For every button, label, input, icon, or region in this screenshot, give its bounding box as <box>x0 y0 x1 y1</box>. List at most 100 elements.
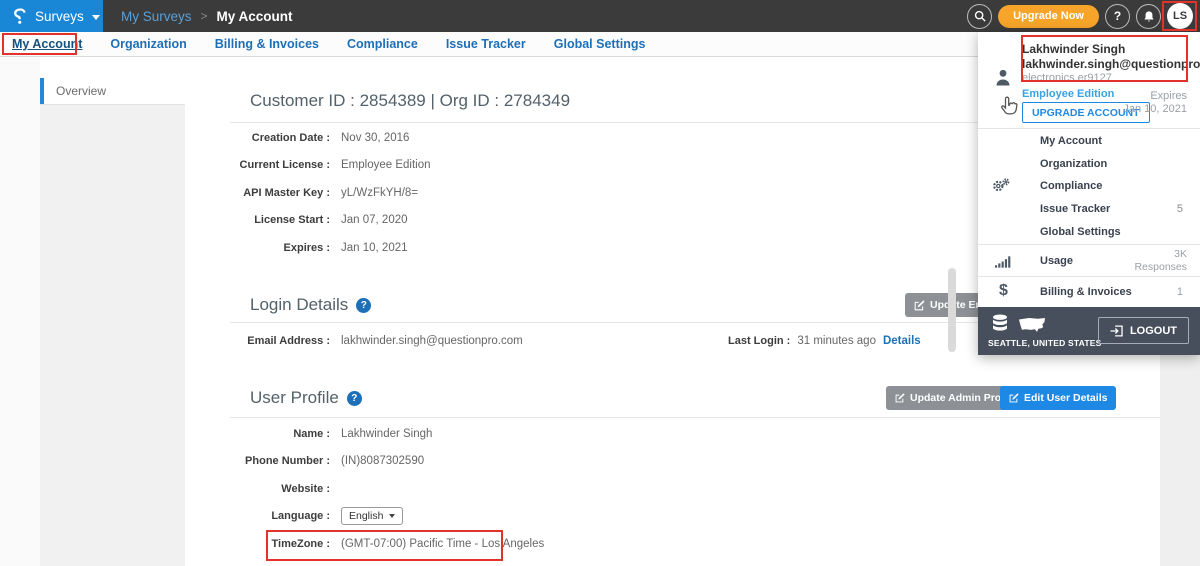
menu-item-label: Compliance <box>1040 180 1102 192</box>
field-label: Expires : <box>230 242 330 254</box>
language-selected-value: English <box>349 510 383 522</box>
usage-label: Usage <box>1040 255 1073 267</box>
email-row: Email Address : lakhwinder.singh@questio… <box>230 332 523 350</box>
tab-compliance[interactable]: Compliance <box>347 37 418 51</box>
details-link[interactable]: Details <box>883 335 921 347</box>
tab-billing-invoices[interactable]: Billing & Invoices <box>215 37 319 51</box>
breadcrumb: My Surveys > My Account <box>121 0 293 32</box>
menu-item-label: Global Settings <box>1040 226 1121 238</box>
menu-item-organization[interactable]: Organization <box>978 153 1200 176</box>
field-label: Current License : <box>230 159 330 171</box>
field-label: Name : <box>230 428 330 440</box>
usage-value-block: 3K Responses <box>1134 248 1187 273</box>
dropdown-user-email: lakhwinder.singh@questionpro.com <box>1022 57 1200 71</box>
top-bar: Surveys My Surveys > My Account Upgrade … <box>0 0 1200 32</box>
topbar-actions: Upgrade Now ? LS <box>967 0 1193 32</box>
menu-item-label: Organization <box>1040 158 1107 170</box>
dropdown-footer: SEATTLE, UNITED STATES LOGOUT <box>978 307 1200 355</box>
dropdown-org-id: electronics.er9127 <box>1022 72 1112 84</box>
field-label: Last Login : <box>728 335 790 347</box>
field-row-timezone: TimeZone : (GMT-07:00) Pacific Time - Lo… <box>230 530 544 558</box>
menu-item-compliance[interactable]: Compliance <box>978 175 1200 198</box>
divider <box>978 128 1200 129</box>
avatar[interactable]: LS <box>1167 3 1193 29</box>
dropdown-menu: My Account Organization Compliance Issue… <box>978 130 1200 243</box>
dollar-icon: $ <box>999 282 1008 300</box>
us-map-icon <box>1018 317 1046 339</box>
help-button[interactable]: ? <box>1105 4 1130 29</box>
field-label: API Master Key : <box>230 187 330 199</box>
user-icon <box>995 68 1011 92</box>
field-label: Phone Number : <box>230 455 330 467</box>
page-title: Customer ID : 2854389 | Org ID : 2784349 <box>250 91 570 111</box>
sidebar-item-overview[interactable]: Overview <box>40 78 185 104</box>
search-icon <box>974 10 986 22</box>
field-label: Creation Date : <box>230 132 330 144</box>
field-value: Nov 30, 2016 <box>341 132 409 144</box>
breadcrumb-my-surveys[interactable]: My Surveys <box>121 9 192 24</box>
user-account-dropdown: Lakhwinder Singh lakhwinder.singh@questi… <box>978 32 1200 355</box>
field-label: Website : <box>230 483 330 495</box>
tab-issue-tracker[interactable]: Issue Tracker <box>446 37 526 51</box>
usage-row[interactable]: Usage 3K Responses <box>978 245 1200 276</box>
button-label: LOGOUT <box>1130 325 1177 337</box>
search-button[interactable] <box>967 4 992 29</box>
help-circle-icon[interactable]: ? <box>356 298 371 313</box>
cursor-hand-icon <box>998 96 1018 123</box>
profile-fields: Name : Lakhwinder Singh Phone Number : (… <box>230 420 544 558</box>
tab-my-account[interactable]: My Account <box>12 37 82 51</box>
email-value: lakhwinder.singh@questionpro.com <box>341 335 523 347</box>
field-value: Lakhwinder Singh <box>341 428 432 440</box>
expires-block: Expires Jan 10, 2021 <box>1123 90 1187 116</box>
sidebar-panel <box>40 104 185 566</box>
field-value: yL/WzFkYH/8= <box>341 187 418 199</box>
edit-user-details-button[interactable]: Edit User Details <box>1000 386 1116 410</box>
last-login-value: 31 minutes ago <box>797 335 876 347</box>
menu-item-label: Issue Tracker <box>1040 203 1110 215</box>
menu-item-global-settings[interactable]: Global Settings <box>978 220 1200 243</box>
expires-date: Jan 10, 2021 <box>1123 103 1187 115</box>
field-label: License Start : <box>230 214 330 226</box>
field-row-language: Language : English <box>230 503 544 531</box>
expires-label: Expires <box>1150 90 1187 102</box>
gears-icon <box>992 178 1010 198</box>
user-profile-title: User Profile ? <box>250 388 362 408</box>
questionpro-logo-icon <box>13 8 27 25</box>
left-margin <box>0 57 40 566</box>
divider <box>230 417 1160 418</box>
login-details-title: Login Details ? <box>250 295 371 315</box>
account-fields: Creation Date : Nov 30, 2016 Current Lic… <box>230 124 431 262</box>
breadcrumb-separator: > <box>201 9 208 23</box>
database-icon <box>991 314 1009 339</box>
field-label: TimeZone : <box>230 538 330 550</box>
button-label: Update Em <box>930 299 985 311</box>
product-switcher[interactable]: Surveys <box>0 0 103 32</box>
edition-link[interactable]: Employee Edition <box>1022 88 1114 100</box>
upgrade-now-button[interactable]: Upgrade Now <box>998 5 1099 28</box>
tab-global-settings[interactable]: Global Settings <box>554 37 646 51</box>
field-row-website: Website : <box>230 475 544 503</box>
scrollbar-thumb[interactable] <box>948 268 956 352</box>
app-window: Surveys My Surveys > My Account Upgrade … <box>0 0 1200 566</box>
menu-item-issue-tracker[interactable]: Issue Tracker 5 <box>978 198 1200 221</box>
billing-row[interactable]: $ Billing & Invoices 1 <box>978 277 1200 307</box>
help-circle-icon[interactable]: ? <box>347 391 362 406</box>
sidebar-item-label: Overview <box>56 84 106 98</box>
field-row-expires: Expires : Jan 10, 2021 <box>230 234 431 262</box>
logout-button[interactable]: LOGOUT <box>1098 317 1189 344</box>
billing-label: Billing & Invoices <box>1040 286 1132 298</box>
timezone-value: (GMT-07:00) Pacific Time - Los Angeles <box>341 538 544 550</box>
menu-item-badge: 5 <box>1177 203 1183 215</box>
chevron-down-icon <box>92 15 100 20</box>
field-value: (IN)8087302590 <box>341 455 424 467</box>
bar-chart-icon <box>995 255 1011 273</box>
notifications-button[interactable] <box>1136 4 1161 29</box>
tab-organization[interactable]: Organization <box>110 37 186 51</box>
field-row-phone: Phone Number : (IN)8087302590 <box>230 448 544 476</box>
menu-item-my-account[interactable]: My Account <box>978 130 1200 153</box>
field-value: Jan 10, 2021 <box>341 242 408 254</box>
server-location: SEATTLE, UNITED STATES <box>988 338 1102 348</box>
field-row-creation-date: Creation Date : Nov 30, 2016 <box>230 124 431 152</box>
language-select[interactable]: English <box>341 507 403 525</box>
field-row-api-master-key: API Master Key : yL/WzFkYH/8= <box>230 179 431 207</box>
